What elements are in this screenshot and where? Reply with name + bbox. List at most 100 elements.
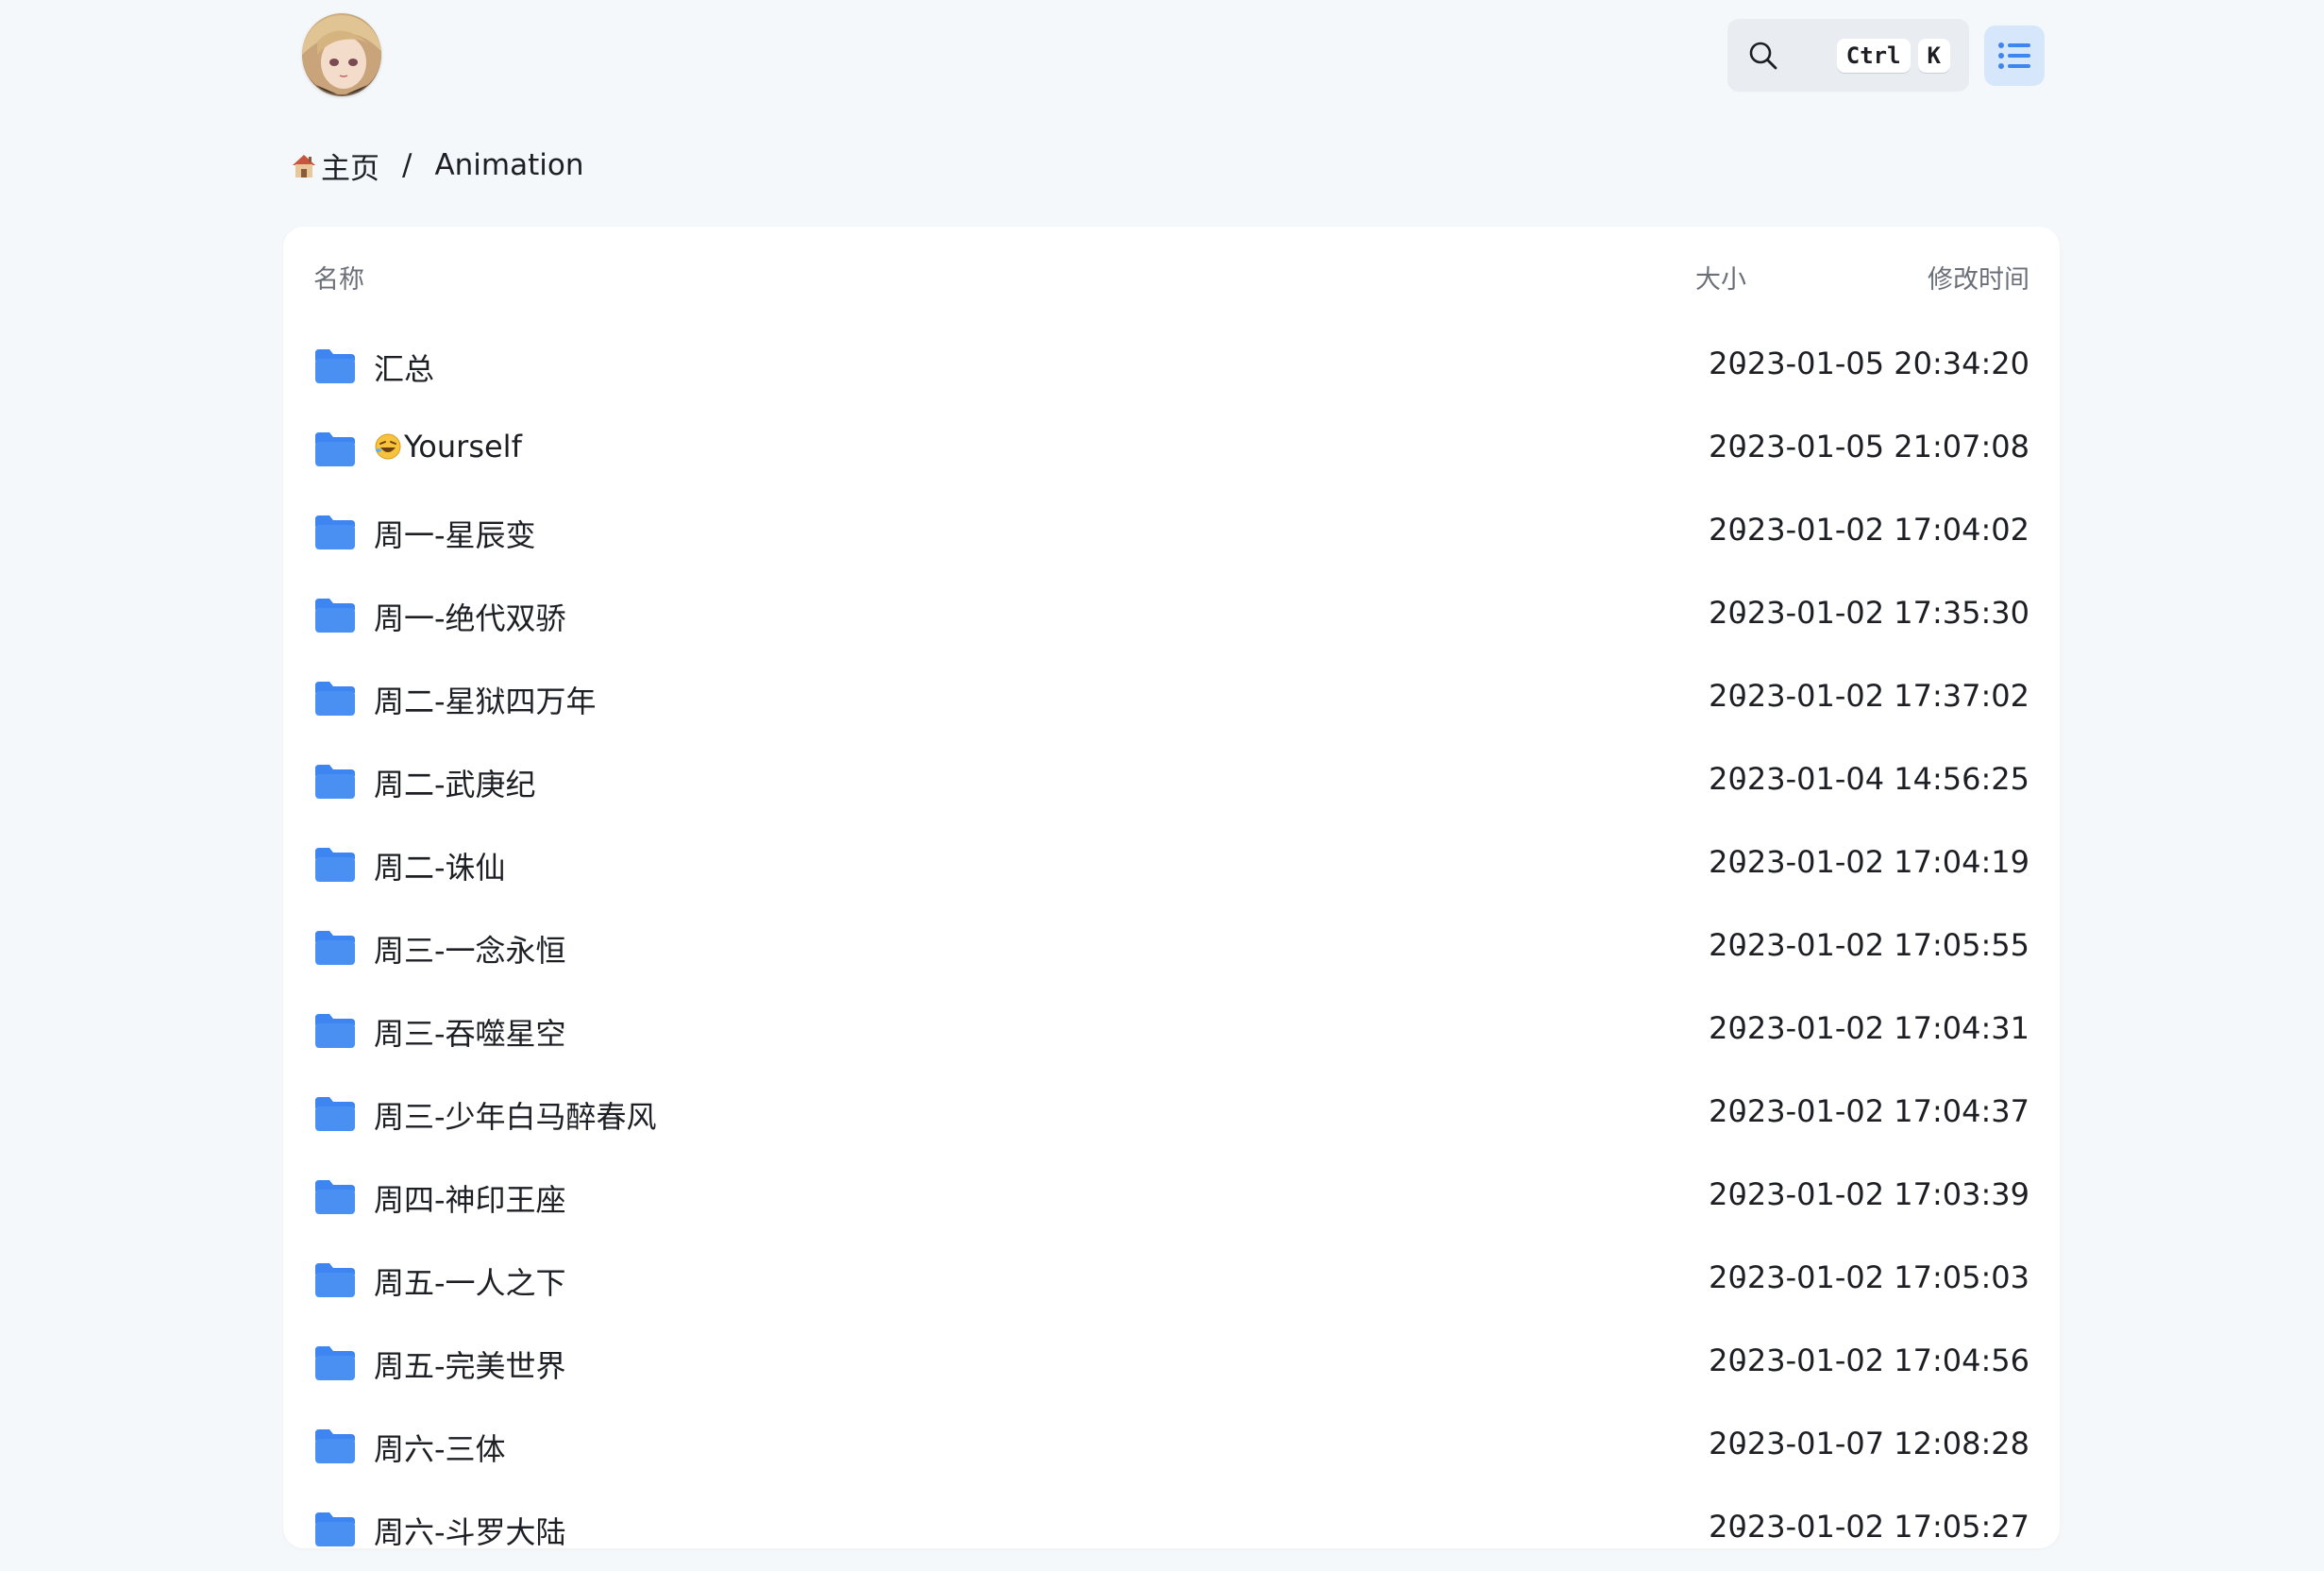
folder-icon [313, 680, 357, 718]
row-name-text: 汇总 [374, 351, 435, 387]
row-size: - [1735, 761, 1746, 797]
table-row[interactable]: 周六-斗罗大陆 -2023-01-02 17:05:27 [283, 1488, 2060, 1571]
folder-icon [313, 514, 357, 551]
row-modified: 2023-01-05 20:34:20 [1709, 346, 2029, 381]
row-modified: 2023-01-07 12:08:28 [1709, 1426, 2029, 1461]
table-row[interactable]: 周一-星辰变 -2023-01-02 17:04:02 [283, 491, 2060, 574]
row-name[interactable]: 周二-诛仙 [374, 844, 506, 887]
folder-icon [313, 763, 357, 801]
row-modified: 2023-01-02 17:04:31 [1709, 1010, 2029, 1046]
folder-icon [313, 1178, 357, 1216]
top-header: Ctrl K [0, 0, 2324, 113]
row-name-text: 周四-神印王座 [374, 1182, 566, 1218]
row-modified: 2023-01-02 17:05:03 [1709, 1259, 2029, 1295]
table-row[interactable]: 周四-神印王座 -2023-01-02 17:03:39 [283, 1156, 2060, 1239]
row-name[interactable]: 周二-武庚纪 [374, 761, 536, 804]
row-name-text: 周六-三体 [374, 1431, 506, 1467]
folder-icon [313, 846, 357, 884]
folder-icon [313, 431, 357, 468]
row-size: - [1735, 1426, 1746, 1461]
folder-icon [313, 1511, 357, 1548]
row-name-text: 周五-一人之下 [374, 1265, 566, 1301]
table-row[interactable]: 汇总 -2023-01-05 20:34:20 [283, 325, 2060, 408]
row-size: - [1735, 1259, 1746, 1295]
list-icon [1998, 42, 2030, 69]
list-view-toggle[interactable] [1984, 25, 2045, 86]
row-name[interactable]: 周三-少年白马醉春风 [374, 1093, 657, 1137]
table-row[interactable]: 周二-武庚纪 -2023-01-04 14:56:25 [283, 740, 2060, 823]
search-button[interactable]: Ctrl K [1727, 19, 1969, 92]
file-list: 名称 大小 修改时间 汇总 -2023-01-05 20:34:20 Yoursel… [283, 227, 2060, 1550]
row-modified: 2023-01-02 17:04:19 [1709, 844, 2029, 880]
folder-icon [313, 1344, 357, 1382]
table-row[interactable]: 周二-诛仙 -2023-01-02 17:04:19 [283, 823, 2060, 906]
table-row[interactable]: Yourself -2023-01-05 21:07:08 [283, 408, 2060, 491]
row-name[interactable]: 周一-星辰变 [374, 512, 536, 555]
table-row[interactable]: 周六-三体 -2023-01-07 12:08:28 [283, 1405, 2060, 1488]
breadcrumb-separator: / [402, 148, 413, 182]
folder-icon [313, 1427, 357, 1465]
column-modified[interactable]: 修改时间 [1928, 259, 2029, 296]
row-name[interactable]: 周三-一念永恒 [374, 927, 566, 971]
row-size: - [1735, 429, 1746, 465]
row-size: - [1735, 512, 1746, 548]
row-modified: 2023-01-02 17:35:30 [1709, 595, 2029, 631]
folder-icon [313, 597, 357, 634]
row-name[interactable]: 周六-三体 [374, 1426, 506, 1469]
breadcrumb-current[interactable]: Animation [434, 148, 583, 182]
breadcrumb-home[interactable]: 主页 [289, 144, 379, 187]
row-name-text: 周一-绝代双骄 [374, 600, 566, 636]
row-name[interactable]: 周一-绝代双骄 [374, 595, 566, 638]
table-row[interactable]: 周五-一人之下 -2023-01-02 17:05:03 [283, 1239, 2060, 1322]
folder-icon [313, 347, 357, 385]
row-name[interactable]: 周三-吞噬星空 [374, 1010, 566, 1054]
kbd-ctrl: Ctrl [1836, 38, 1911, 73]
avatar-image [302, 15, 381, 94]
rofl-emoji [374, 432, 402, 461]
row-name-text: 周二-武庚纪 [374, 767, 536, 802]
row-size: - [1735, 1010, 1746, 1046]
row-size: - [1735, 1343, 1746, 1378]
table-row[interactable]: 周五-完美世界 -2023-01-02 17:04:56 [283, 1322, 2060, 1405]
folder-icon [313, 1012, 357, 1050]
column-name[interactable]: 名称 [313, 259, 364, 296]
folder-icon [313, 1261, 357, 1299]
breadcrumb-home-label: 主页 [321, 151, 379, 186]
row-modified: 2023-01-05 21:07:08 [1709, 429, 2029, 465]
row-size: - [1735, 1176, 1746, 1212]
row-name[interactable]: 汇总 [374, 346, 434, 389]
row-modified: 2023-01-02 17:04:02 [1709, 512, 2029, 548]
row-name-text: 周二-诛仙 [374, 850, 506, 886]
table-row[interactable]: 周三-少年白马醉春风 -2023-01-02 17:04:37 [283, 1073, 2060, 1156]
row-size: - [1735, 844, 1746, 880]
row-name[interactable]: Yourself [374, 429, 522, 465]
row-name-text: 周三-吞噬星空 [374, 1016, 566, 1052]
row-size: - [1735, 1509, 1746, 1545]
kbd-k: K [1917, 38, 1950, 73]
row-name-text: 周一-星辰变 [374, 517, 536, 553]
row-name[interactable]: 周五-一人之下 [374, 1259, 566, 1303]
row-size: - [1735, 1093, 1746, 1129]
table-row[interactable]: 周二-星狱四万年 -2023-01-02 17:37:02 [283, 657, 2060, 740]
search-icon [1746, 39, 1780, 73]
table-row[interactable]: 周三-吞噬星空 -2023-01-02 17:04:31 [283, 989, 2060, 1073]
row-modified: 2023-01-02 17:03:39 [1709, 1176, 2029, 1212]
row-name[interactable]: 周六-斗罗大陆 [374, 1509, 566, 1552]
row-name-text: 周三-一念永恒 [374, 933, 566, 969]
row-name-text: 周五-完美世界 [374, 1348, 566, 1384]
table-header: 名称 大小 修改时间 [283, 227, 2060, 325]
row-name[interactable]: 周五-完美世界 [374, 1343, 566, 1386]
table-row[interactable]: 周一-绝代双骄 -2023-01-02 17:35:30 [283, 574, 2060, 657]
site-avatar[interactable] [302, 13, 381, 96]
folder-icon [313, 1095, 357, 1133]
row-modified: 2023-01-02 17:04:56 [1709, 1343, 2029, 1378]
row-name-text: 周三-少年白马醉春风 [374, 1099, 657, 1135]
row-name[interactable]: 周二-星狱四万年 [374, 678, 597, 721]
row-modified: 2023-01-04 14:56:25 [1709, 761, 2029, 797]
row-name[interactable]: 周四-神印王座 [374, 1176, 566, 1220]
column-size[interactable]: 大小 [1416, 259, 1746, 296]
row-size: - [1735, 346, 1746, 381]
row-name-text: 周二-星狱四万年 [374, 684, 597, 719]
row-modified: 2023-01-02 17:05:55 [1709, 927, 2029, 963]
table-row[interactable]: 周三-一念永恒 -2023-01-02 17:05:55 [283, 906, 2060, 989]
